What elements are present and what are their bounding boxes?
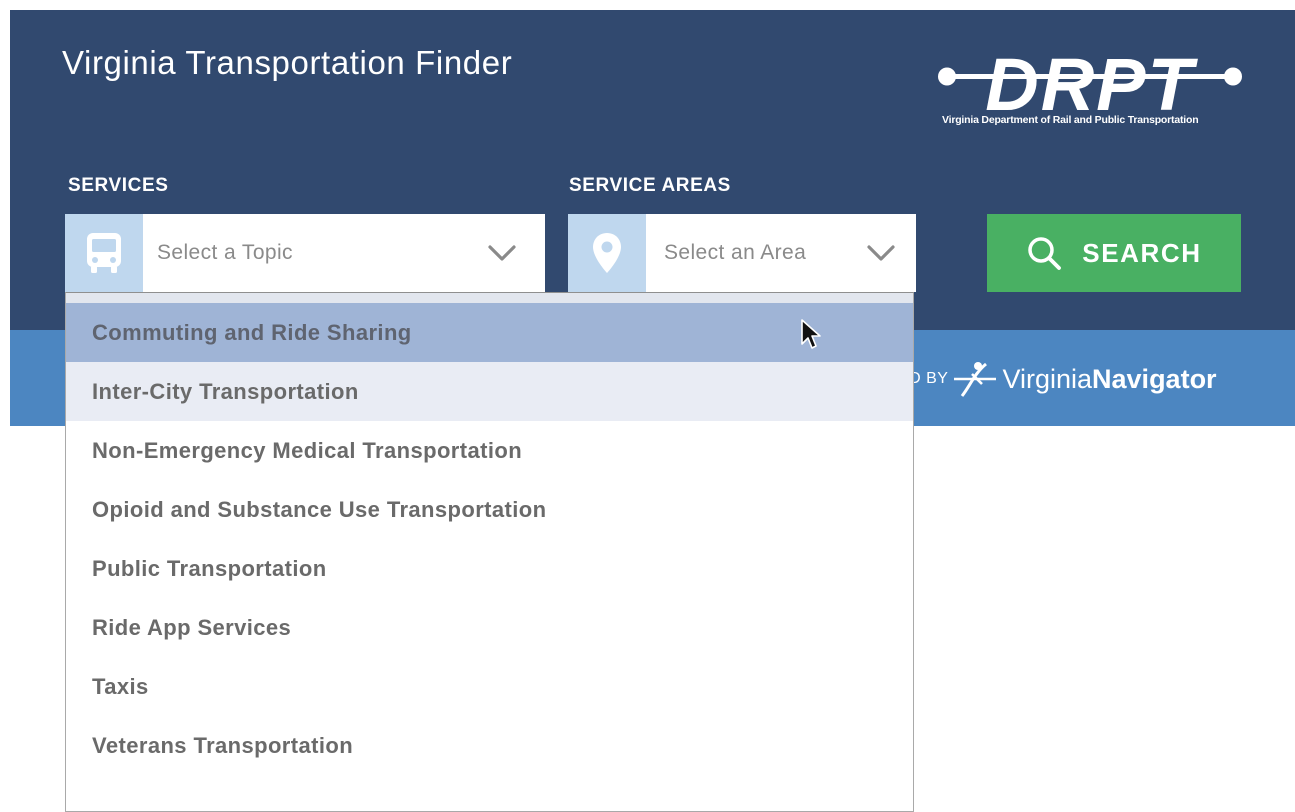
navigator-logo-icon [954, 362, 997, 397]
dropdown-option-public[interactable]: Public Transportation [66, 539, 913, 598]
service-areas-select[interactable]: Select an Area [568, 214, 916, 292]
service-areas-label: SERVICE AREAS [569, 175, 731, 196]
dropdown-option-opioid[interactable]: Opioid and Substance Use Transportation [66, 480, 913, 539]
services-dropdown[interactable]: Commuting and Ride Sharing Inter-City Tr… [65, 292, 914, 812]
services-placeholder: Select a Topic [157, 241, 293, 264]
dropdown-option-commuting[interactable]: Commuting and Ride Sharing [66, 303, 913, 362]
dropdown-top-border [66, 293, 913, 303]
navigator-brand: VirginiaNavigator [1002, 363, 1217, 394]
chevron-down-icon [867, 245, 895, 261]
dropdown-option-inter-city[interactable]: Inter-City Transportation [66, 362, 913, 421]
chevron-down-icon [488, 245, 516, 261]
bus-icon [65, 214, 143, 292]
dropdown-option-taxis[interactable]: Taxis [66, 657, 913, 716]
dropdown-option-nemt[interactable]: Non-Emergency Medical Transportation [66, 421, 913, 480]
search-icon [1028, 237, 1062, 270]
dropdown-option-ride-app[interactable]: Ride App Services [66, 598, 913, 657]
search-label: SEARCH [1082, 237, 1202, 268]
mouse-cursor-icon [801, 319, 821, 349]
search-button[interactable]: SEARCH [987, 214, 1241, 292]
services-select[interactable]: Select a Topic [65, 214, 545, 292]
dropdown-option-veterans[interactable]: Veterans Transportation [66, 716, 913, 775]
drpt-logo-subtitle: Virginia Department of Rail and Public T… [942, 114, 1199, 126]
map-pin-icon [568, 214, 646, 292]
service-areas-placeholder: Select an Area [664, 241, 807, 264]
services-label: SERVICES [68, 175, 169, 196]
app-title: Virginia Transportation Finder [62, 44, 513, 81]
